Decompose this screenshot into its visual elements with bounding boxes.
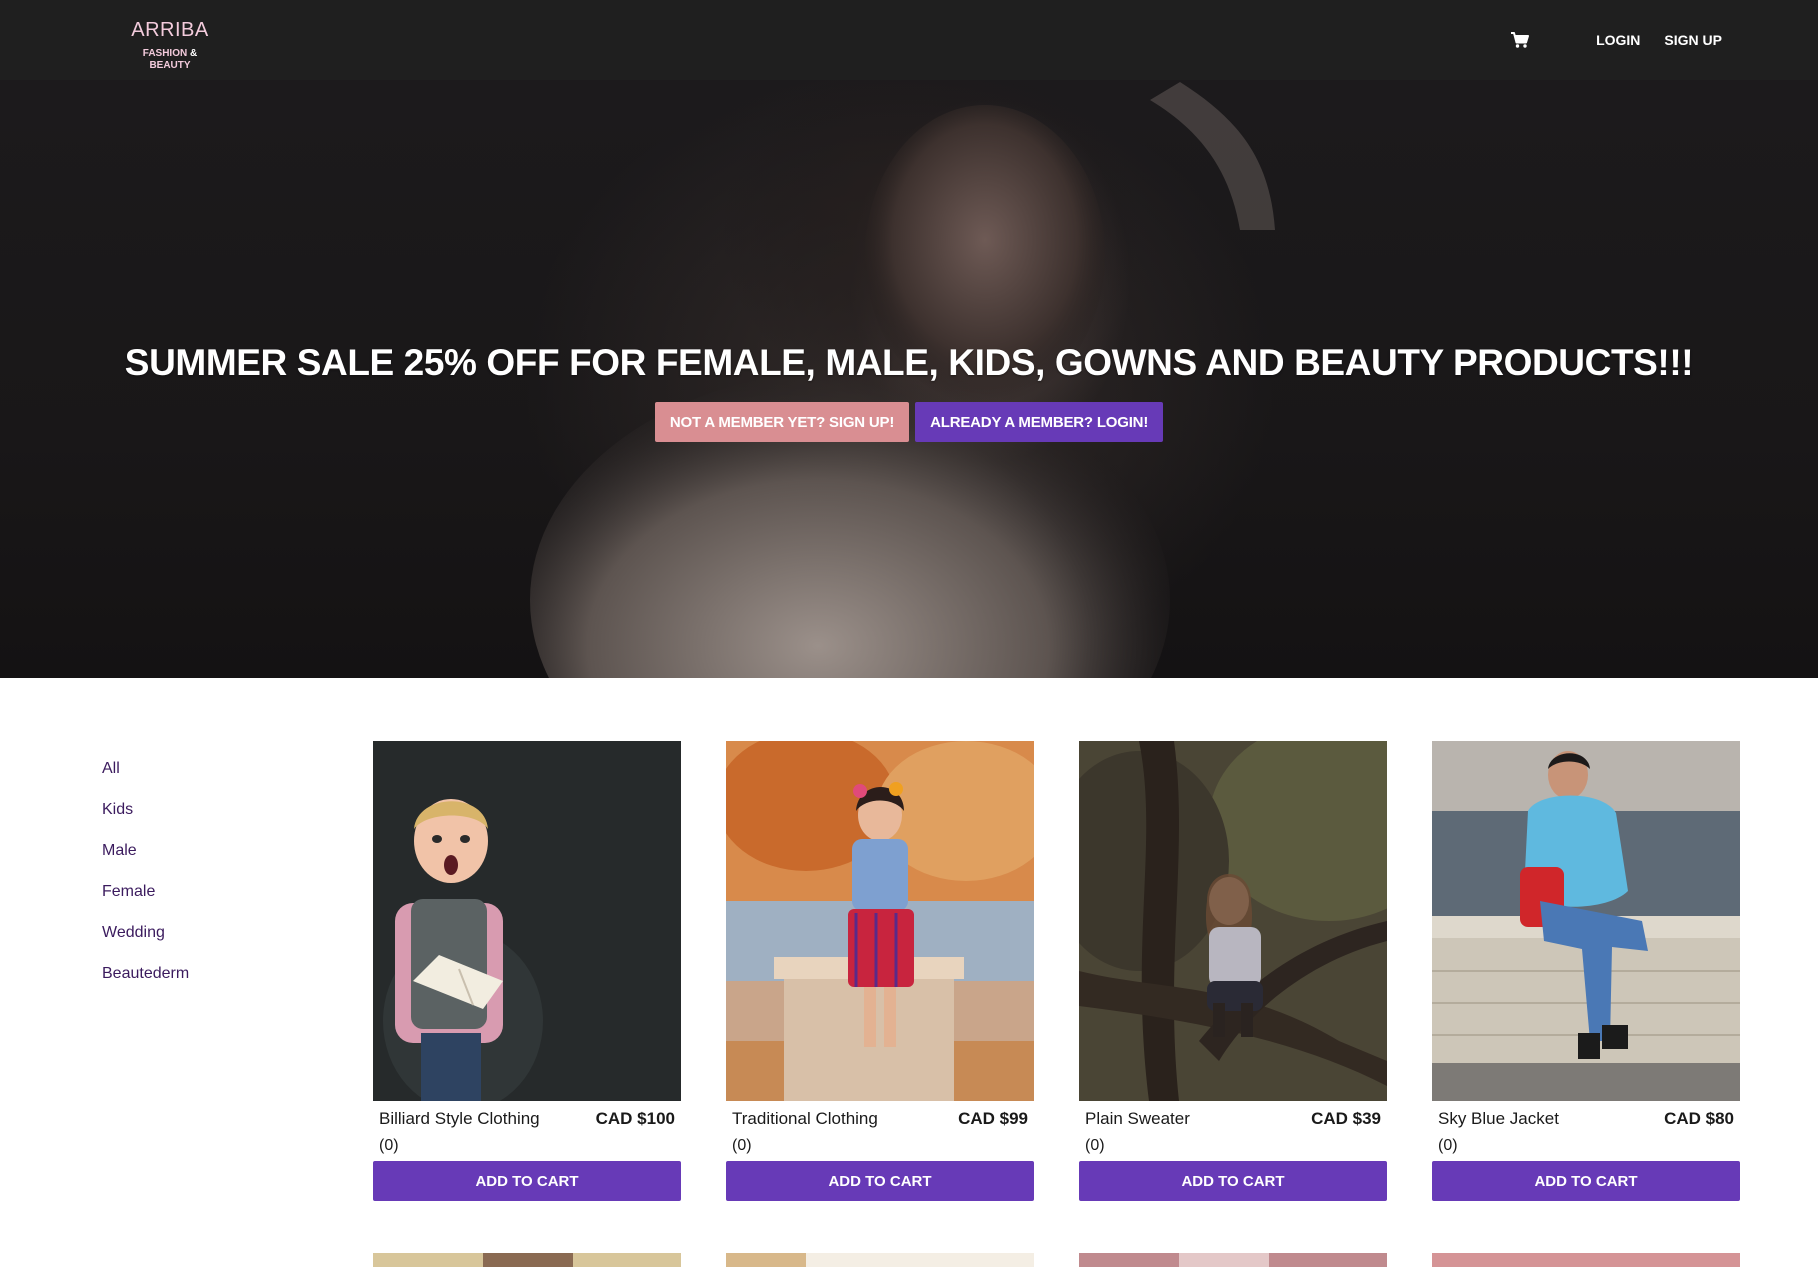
product-image[interactable]	[1432, 741, 1740, 1101]
product-image[interactable]	[373, 741, 681, 1101]
product-review-count: (0)	[1438, 1137, 1458, 1154]
product-name[interactable]: Traditional Clothing	[732, 1109, 878, 1129]
add-to-cart-button[interactable]: ADD TO CART	[1079, 1161, 1387, 1201]
product-card: Plain Sweater CAD $39 (0) ADD TO CART	[1079, 741, 1387, 1201]
product-price: CAD $100	[595, 1109, 675, 1128]
hero-banner: SUMMER SALE 25% OFF FOR FEMALE, MALE, KI…	[0, 80, 1818, 678]
add-to-cart-button[interactable]: ADD TO CART	[1432, 1161, 1740, 1201]
product-review-count: (0)	[732, 1137, 752, 1154]
product-name[interactable]: Billiard Style Clothing	[379, 1109, 540, 1129]
add-to-cart-button[interactable]: ADD TO CART	[726, 1161, 1034, 1201]
category-sidebar: All Kids Male Female Wedding Beautederm	[102, 748, 189, 994]
login-link[interactable]: LOGIN	[1596, 26, 1640, 54]
product-info: Traditional Clothing CAD $99 (0)	[726, 1101, 1034, 1161]
top-navbar: ARRIBA FASHION & BEAUTY LOGIN SIGN UP	[0, 0, 1818, 80]
product-info: Sky Blue Jacket CAD $80 (0)	[1432, 1101, 1740, 1161]
product-review-count: (0)	[1085, 1137, 1105, 1154]
product-info: Billiard Style Clothing CAD $100 (0)	[373, 1101, 681, 1161]
hero-login-button[interactable]: ALREADY A MEMBER? LOGIN!	[915, 402, 1164, 442]
hero-signup-button[interactable]: NOT A MEMBER YET? SIGN UP!	[654, 402, 910, 442]
category-kids[interactable]: Kids	[102, 789, 189, 830]
category-all[interactable]: All	[102, 748, 189, 789]
add-to-cart-button[interactable]: ADD TO CART	[373, 1161, 681, 1201]
brand-tagline: FASHION & BEAUTY	[122, 48, 218, 72]
category-beautederm[interactable]: Beautederm	[102, 953, 189, 994]
product-image-next-row[interactable]	[726, 1253, 1034, 1267]
product-card: Traditional Clothing CAD $99 (0) ADD TO …	[726, 741, 1034, 1201]
product-card: Billiard Style Clothing CAD $100 (0) ADD…	[373, 741, 681, 1201]
brand-name: ARRIBA	[131, 19, 209, 41]
hero-actions: NOT A MEMBER YET? SIGN UP! ALREADY A MEM…	[0, 402, 1818, 442]
hero-title: SUMMER SALE 25% OFF FOR FEMALE, MALE, KI…	[124, 342, 1694, 383]
product-review-count: (0)	[379, 1137, 399, 1154]
product-price: CAD $80	[1664, 1109, 1734, 1128]
nav-links: LOGIN SIGN UP	[1510, 26, 1722, 54]
brand-logo[interactable]: ARRIBA FASHION & BEAUTY	[122, 18, 218, 72]
product-image-next-row[interactable]	[1079, 1253, 1387, 1267]
product-card: Sky Blue Jacket CAD $80 (0) ADD TO CART	[1432, 741, 1740, 1201]
category-wedding[interactable]: Wedding	[102, 912, 189, 953]
product-name[interactable]: Plain Sweater	[1085, 1109, 1190, 1129]
product-name[interactable]: Sky Blue Jacket	[1438, 1109, 1559, 1129]
shopping-cart-icon[interactable]	[1510, 30, 1530, 50]
brand-tag-left: FASHION	[142, 48, 188, 59]
brand-tag-amp: &	[190, 48, 198, 59]
brand-tag-right: BEAUTY	[149, 60, 191, 71]
product-image[interactable]	[1079, 741, 1387, 1101]
signup-link[interactable]: SIGN UP	[1664, 26, 1722, 54]
product-image-next-row[interactable]	[1432, 1253, 1740, 1267]
category-male[interactable]: Male	[102, 830, 189, 871]
category-female[interactable]: Female	[102, 871, 189, 912]
product-image-next-row[interactable]	[373, 1253, 681, 1267]
product-image[interactable]	[726, 741, 1034, 1101]
product-price: CAD $39	[1311, 1109, 1381, 1128]
product-info: Plain Sweater CAD $39 (0)	[1079, 1101, 1387, 1161]
product-price: CAD $99	[958, 1109, 1028, 1128]
